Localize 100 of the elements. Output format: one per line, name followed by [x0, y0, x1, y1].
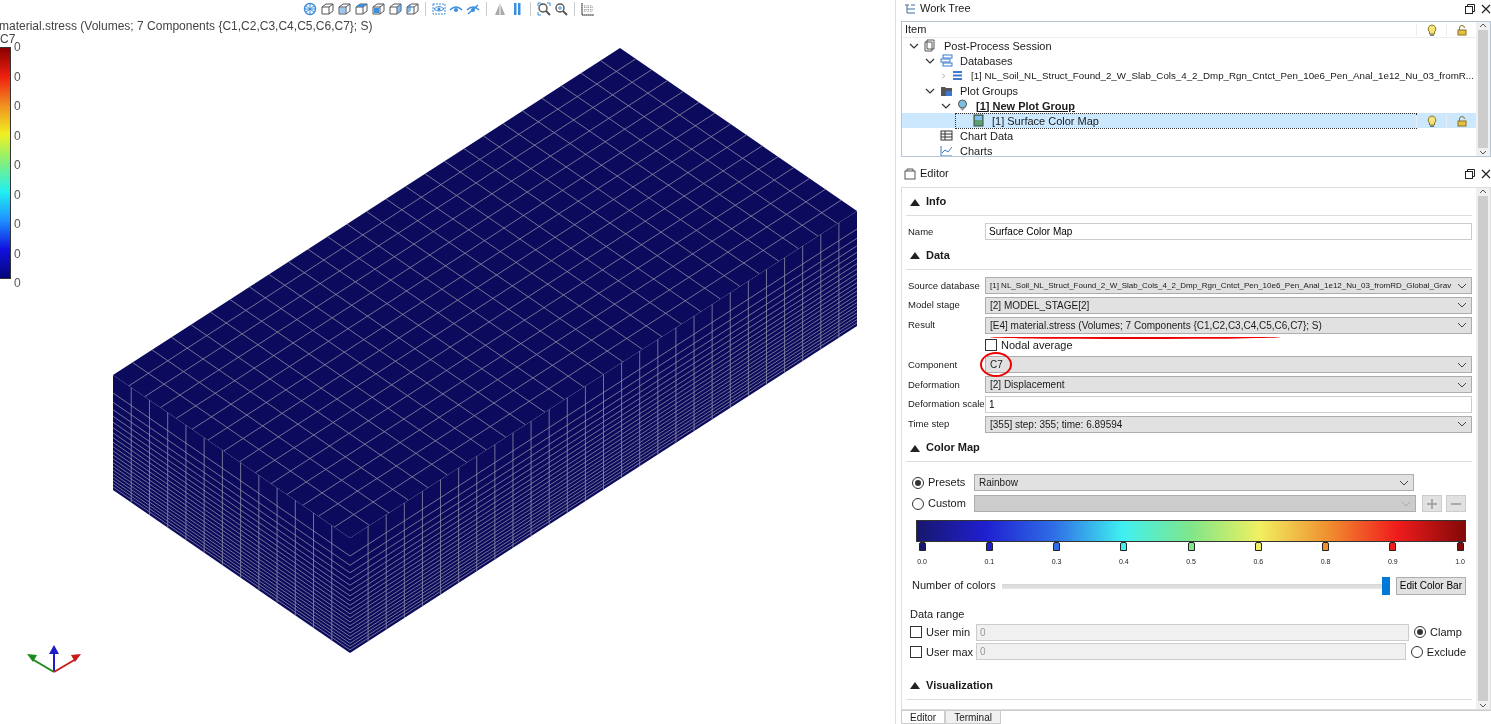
chart-icon: [940, 144, 953, 156]
dropdown-field[interactable]: Rainbow: [974, 474, 1414, 492]
section-title[interactable]: Info: [926, 193, 947, 210]
zoom-fit-icon[interactable]: [537, 1, 551, 16]
scrollbar-thumb[interactable]: [1478, 30, 1488, 148]
scroll-down-icon[interactable]: [1479, 703, 1487, 709]
collapse-arrow-icon[interactable]: [910, 681, 920, 690]
color-stop-marker[interactable]: [985, 542, 993, 552]
field-label: Model stage: [907, 298, 961, 313]
legend-value: 0: [14, 99, 21, 113]
restore-icon[interactable]: [1465, 3, 1475, 14]
slider-thumb[interactable]: [1381, 576, 1390, 595]
panel-tab[interactable]: Editor: [901, 711, 946, 724]
legend-title: material.stress (Volumes; 7 Components {C1,C2,C3,C4,C5,C6,C7}; S): [0, 19, 374, 33]
tree-item[interactable]: Post-Process Session: [942, 38, 1054, 53]
cube-icon[interactable]: [371, 1, 385, 16]
edit-color-bar-button[interactable]: Edit Color Bar: [1395, 576, 1466, 595]
section-title[interactable]: Color Map: [926, 439, 980, 456]
tree-item[interactable]: Chart Data: [958, 128, 1016, 143]
dropdown-caret-icon[interactable]: [1399, 479, 1409, 486]
slider-label: Number of colors: [912, 578, 996, 594]
cube-icon[interactable]: [320, 1, 334, 16]
panel-tab[interactable]: Terminal: [945, 711, 1001, 724]
section-title[interactable]: Data: [926, 247, 950, 264]
checkbox[interactable]: [910, 626, 922, 639]
restore-icon[interactable]: [1465, 168, 1475, 179]
color-stop-marker[interactable]: [1120, 542, 1128, 552]
hidden-eye-icon[interactable]: [466, 1, 480, 16]
scroll-up-icon[interactable]: [1479, 188, 1487, 194]
legend-value: 0: [14, 246, 21, 261]
color-stop-marker[interactable]: [918, 542, 926, 552]
dropdown-caret-icon[interactable]: [1457, 302, 1467, 309]
checkbox[interactable]: [910, 645, 922, 658]
legend-value: 0: [14, 128, 21, 143]
radio-label: Exclude: [1426, 644, 1466, 660]
tree-item[interactable]: Databases: [958, 53, 1015, 68]
close-icon[interactable]: [1481, 168, 1491, 179]
grid-icon[interactable]: [581, 1, 595, 16]
field-label: Time step: [907, 417, 951, 432]
stack-icon: [940, 54, 953, 67]
legend-value: 0: [14, 217, 21, 231]
tree-item[interactable]: [1] Surface Color Map: [990, 113, 1101, 128]
close-icon[interactable]: [1481, 3, 1491, 14]
input-field[interactable]: Surface Color Map: [985, 223, 1472, 241]
tree-item[interactable]: [1] New Plot Group: [974, 98, 1077, 113]
column-header: Item: [904, 22, 928, 38]
list-icon: [951, 69, 964, 82]
dropdown-field[interactable]: [355] step: 355; time: 6.89594: [985, 415, 1472, 433]
zoom-icon[interactable]: [554, 1, 568, 16]
globe-icon[interactable]: [303, 1, 317, 16]
checkbox-label: User max: [926, 644, 975, 660]
cube-icon[interactable]: [388, 1, 402, 16]
scroll-up-icon[interactable]: [1479, 22, 1487, 28]
color-stop-marker[interactable]: [1389, 542, 1397, 552]
cube-icon[interactable]: [354, 1, 368, 16]
bulb-icon[interactable]: [1425, 23, 1438, 36]
dropdown-field[interactable]: [1] NL_Soil_NL_Struct_Found_2_W_Slab_Cols_4_2_Dmp_Rgn_Cntct_Pen_10e6_Pen_Anal_1e12_Nu_03_fromRD_Global_Grav: [985, 277, 1472, 295]
radio-button[interactable]: [1410, 645, 1423, 658]
dropdown-field[interactable]: [2] Displacement: [985, 376, 1472, 394]
tree-item[interactable]: [1] NL_Soil_NL_Struct_Found_2_W_Slab_Cols_4_2_Dmp_Rgn_Cntct_Pen_10e6_Pen_Anal_1e12_Nu_03_fromR...: [969, 68, 1476, 83]
collapse-arrow-icon[interactable]: [910, 197, 920, 206]
input-field[interactable]: 1: [985, 395, 1472, 413]
scrollbar-thumb[interactable]: [1478, 196, 1488, 701]
dropdown-caret-icon[interactable]: [1457, 361, 1467, 368]
eye-icon[interactable]: [432, 1, 446, 16]
radio-button[interactable]: [912, 476, 924, 489]
cube-icon[interactable]: [405, 1, 419, 16]
dropdown-caret-icon[interactable]: [1457, 322, 1467, 329]
section-title[interactable]: Visualization: [926, 677, 994, 694]
scroll-down-icon[interactable]: [1479, 150, 1487, 156]
dropdown-caret-icon[interactable]: [1457, 282, 1467, 289]
legend-value: 0: [14, 40, 21, 54]
panel-icon: [904, 2, 916, 15]
dropdown-caret-icon[interactable]: [1457, 421, 1467, 428]
color-stop-marker[interactable]: [1322, 542, 1329, 552]
panel-icon: [904, 167, 916, 180]
field-label: Deformation scale: [907, 397, 985, 412]
color-stop-marker[interactable]: [1187, 542, 1195, 552]
dropdown-field[interactable]: [E4] material.stress (Volumes; 7 Components {C1,C2,C3,C4,C5,C6,C7}; S): [985, 316, 1472, 334]
radio-button[interactable]: [1414, 626, 1426, 639]
axis-triad-icon: [27, 645, 81, 673]
tree-item[interactable]: Plot Groups: [958, 83, 1021, 98]
dropdown-field[interactable]: [2] MODEL_STAGE[2]: [985, 297, 1472, 314]
legend-value: 0: [14, 187, 21, 202]
color-stop-marker[interactable]: [1053, 542, 1060, 552]
tree-item[interactable]: Charts: [958, 143, 995, 156]
checkbox[interactable]: [985, 339, 997, 352]
dropdown-field[interactable]: C7: [985, 356, 1472, 374]
lock-icon[interactable]: [1455, 114, 1468, 127]
legend-value: 0: [14, 276, 21, 290]
lock-icon[interactable]: [1455, 23, 1468, 36]
bulb-icon[interactable]: [1425, 114, 1438, 127]
collapse-arrow-icon[interactable]: [910, 443, 920, 452]
color-map-icon: [972, 114, 985, 127]
cube-icon[interactable]: [337, 1, 351, 16]
color-stop-marker[interactable]: [1456, 542, 1464, 552]
legend-value: 0: [14, 69, 21, 84]
collapse-arrow-icon[interactable]: [910, 251, 920, 260]
color-stop-marker[interactable]: [1254, 542, 1262, 552]
dropdown-caret-icon[interactable]: [1457, 381, 1467, 388]
